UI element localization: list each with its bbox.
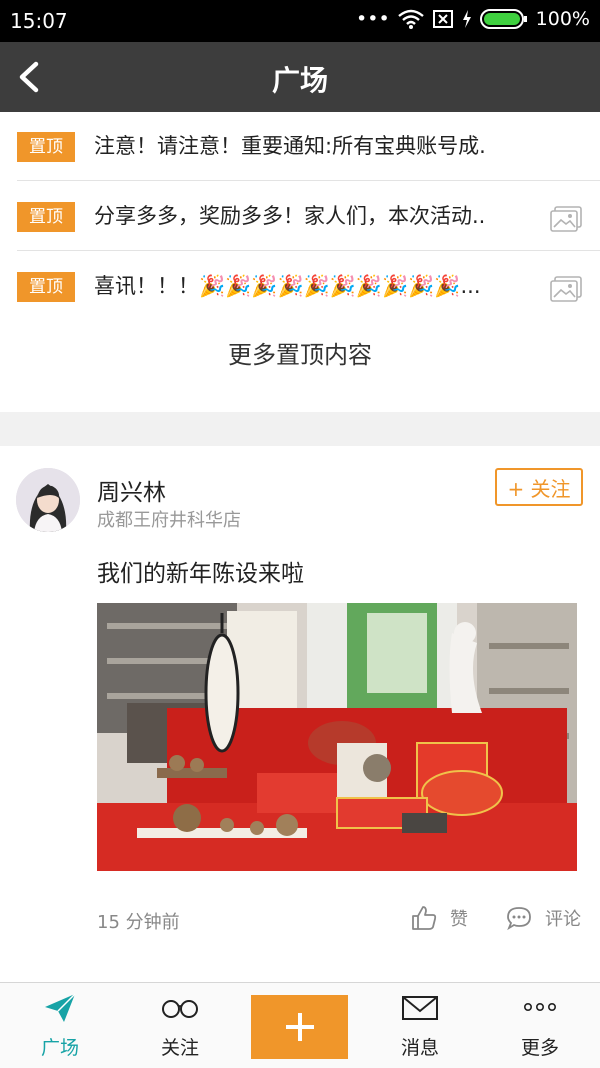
post-card: 周兴林 成都王府井科华店 + 关注 我们的新年陈设来啦 15 分钟前 赞 评论 xyxy=(0,446,600,981)
dots-icon xyxy=(524,1003,556,1012)
paper-plane-icon xyxy=(45,993,76,1022)
comment-icon xyxy=(507,907,531,931)
charging-icon xyxy=(462,10,471,28)
no-sim-icon xyxy=(432,10,453,28)
avatar[interactable] xyxy=(16,468,80,532)
author-location: 成都王府井科华店 xyxy=(97,510,241,531)
wifi-icon xyxy=(397,9,424,29)
more-pinned-link[interactable]: 更多置顶内容 xyxy=(0,335,600,370)
tab-label: 更多 xyxy=(520,1037,559,1059)
avatar-image xyxy=(16,468,80,532)
bottom-tab-bar: 广场 关注 消息 更多 xyxy=(0,982,600,1068)
tab-follow[interactable]: 关注 xyxy=(120,983,240,1068)
divider xyxy=(17,180,600,181)
follow-button[interactable]: + 关注 xyxy=(495,468,583,506)
pinned-item-text: 喜讯！！！🎉🎉🎉🎉🎉🎉🎉🎉🎉🎉... xyxy=(94,274,481,298)
status-icons: ••• 100% xyxy=(356,8,590,30)
glasses-icon xyxy=(162,1000,198,1018)
post-content: 我们的新年陈设来啦 xyxy=(97,561,304,587)
pinned-item-text: 注意！请注意！重要通知:所有宝典账号成. xyxy=(94,134,486,158)
comment-button[interactable]: 评论 xyxy=(505,904,581,932)
divider xyxy=(17,250,600,251)
pinned-tag: 置顶 xyxy=(17,202,75,232)
like-button[interactable]: 赞 xyxy=(410,904,468,932)
image-attachment-icon xyxy=(550,276,582,302)
pinned-tag: 置顶 xyxy=(17,272,75,302)
battery-percent: 100% xyxy=(535,8,590,30)
page-title: 广场 xyxy=(271,64,328,97)
status-time: 15:07 xyxy=(10,9,68,33)
comment-label: 评论 xyxy=(545,909,581,930)
thumbs-up-icon xyxy=(412,906,437,930)
pinned-item[interactable]: 置顶 喜讯！！！🎉🎉🎉🎉🎉🎉🎉🎉🎉🎉... xyxy=(0,252,600,321)
tab-label: 消息 xyxy=(400,1037,439,1059)
envelope-icon xyxy=(402,996,438,1020)
post-photo[interactable] xyxy=(97,603,577,871)
tab-label: 关注 xyxy=(160,1037,199,1059)
author-name[interactable]: 周兴林 xyxy=(97,473,166,507)
pinned-tag: 置顶 xyxy=(17,132,75,162)
pinned-item[interactable]: 置顶 注意！请注意！重要通知:所有宝典账号成. xyxy=(0,112,600,181)
nav-bar: 广场 xyxy=(0,42,600,112)
like-label: 赞 xyxy=(450,909,468,930)
tab-square[interactable]: 广场 xyxy=(0,983,120,1068)
tab-label: 广场 xyxy=(40,1037,79,1059)
pinned-item-text: 分享多多，奖励多多！家人们，本次活动.. xyxy=(94,204,486,228)
add-post-button[interactable] xyxy=(251,995,348,1059)
status-bar: 15:07 ••• 100% xyxy=(0,0,600,42)
tab-more[interactable]: 更多 xyxy=(480,983,600,1068)
plus-icon xyxy=(286,1013,314,1041)
more-dots-icon: ••• xyxy=(356,8,390,30)
image-attachment-icon xyxy=(550,206,582,232)
section-gap xyxy=(0,412,600,446)
post-time: 15 分钟前 xyxy=(97,912,180,933)
pinned-item[interactable]: 置顶 分享多多，奖励多多！家人们，本次活动.. xyxy=(0,182,600,251)
battery-icon xyxy=(479,9,527,29)
tab-messages[interactable]: 消息 xyxy=(360,983,480,1068)
